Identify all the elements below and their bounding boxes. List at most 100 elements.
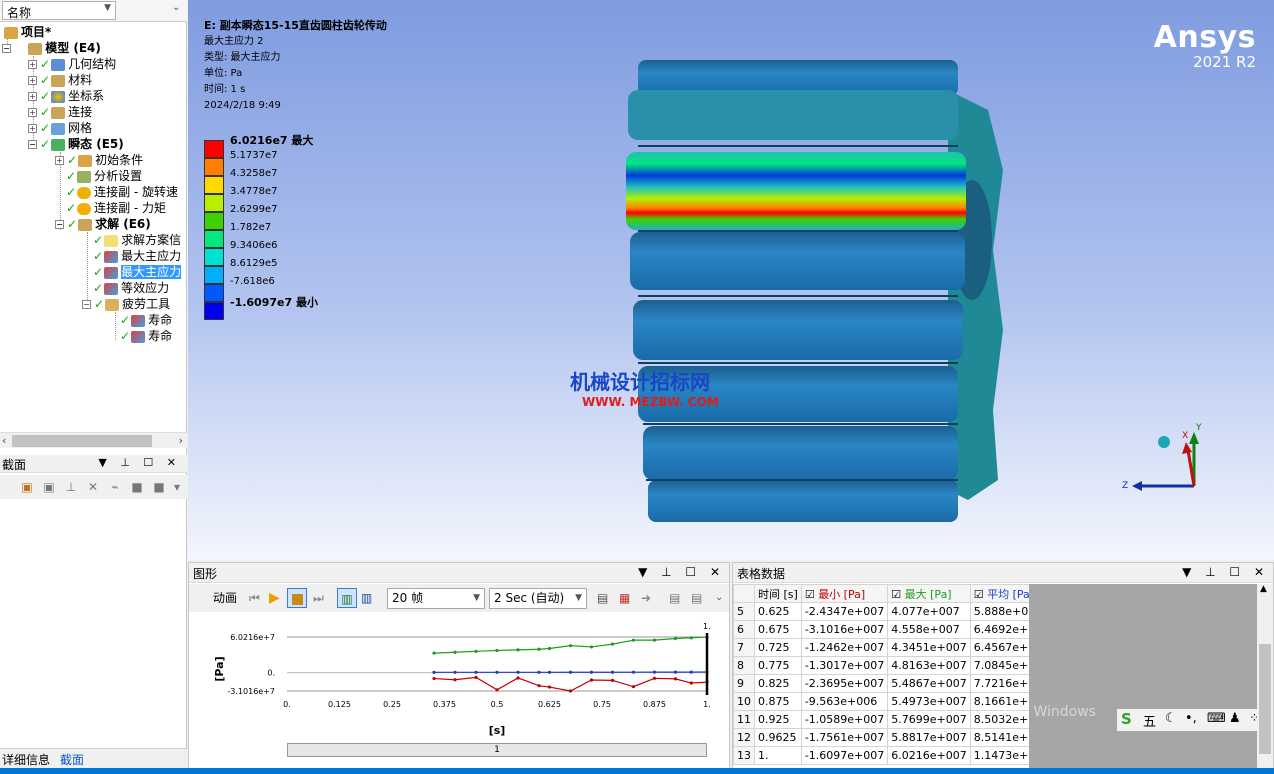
color-map-icon[interactable]: ▦ <box>619 588 630 608</box>
delete-section-icon[interactable]: ✕ <box>86 480 100 494</box>
scroll-thumb[interactable] <box>1259 644 1271 754</box>
tree-item-equivalent-stress[interactable]: ✓ 等效应力 <box>93 280 169 296</box>
flip-section-icon[interactable]: ⊥ <box>64 480 78 494</box>
expand-icon[interactable]: + <box>28 76 37 85</box>
table-row[interactable]: 90.825-2.3695e+0075.4867e+0077.7216e+005 <box>733 674 1029 693</box>
table-icon[interactable]: ▤ <box>669 588 680 608</box>
iso-ball-icon[interactable] <box>1158 436 1170 448</box>
expand-icon[interactable]: + <box>28 108 37 117</box>
ime-mode-label[interactable]: 五 <box>1143 711 1156 730</box>
keyboard-icon[interactable]: ⌨ <box>1207 711 1226 726</box>
table-row[interactable]: 120.9625-1.7561e+0075.8817e+0078.5141e+0… <box>733 728 1029 747</box>
tree-item-max-principal-2[interactable]: ✓ 最大主应力 <box>93 264 182 280</box>
table-header-row: 时间 [s] ☑ 最小 [Pa] ☑ 最大 [Pa] ☑ 平均 [Pa] <box>733 584 1029 603</box>
name-filter-select[interactable]: 名称 ▼ <box>2 1 116 20</box>
frames-value: 20 帧 <box>392 591 424 605</box>
moon-icon[interactable]: ☾ <box>1165 711 1177 726</box>
tree-item-transient[interactable]: − ✓ 瞬态 (E5) <box>28 136 124 152</box>
frames-select[interactable]: 20 帧 ▼ <box>387 588 485 609</box>
stop-button[interactable] <box>287 588 307 608</box>
table-icon[interactable]: ▤ <box>691 588 702 608</box>
table-row[interactable]: 60.675-3.1016e+0074.558e+0076.4692e+005 <box>733 620 1029 639</box>
table-row[interactable]: 100.875-9.563e+0065.4973e+0078.1661e+005 <box>733 692 1029 711</box>
checkbox-icon[interactable]: ☑ <box>974 588 984 601</box>
edit-section-icon[interactable]: ▣ <box>42 480 56 494</box>
duration-select[interactable]: 2 Sec (自动) ▼ <box>489 588 587 609</box>
table-row[interactable]: 80.775-1.3017e+0074.8163e+0077.0845e+005 <box>733 656 1029 675</box>
expand-icon[interactable]: + <box>28 60 37 69</box>
panel-controls[interactable]: ▼ ⊥ ☐ ✕ <box>638 565 725 579</box>
chevron-down-icon[interactable]: ⌄ <box>715 588 723 608</box>
step-back-icon[interactable]: ⏮ <box>249 588 260 608</box>
tree-item-solution-info[interactable]: ✓ 求解方案信 <box>93 232 181 248</box>
collapse-icon[interactable]: ⌄ <box>172 2 180 13</box>
result-frames-icon[interactable]: ▥ <box>361 588 372 608</box>
axis-triad[interactable]: X Y Z <box>1118 420 1208 500</box>
tab-details[interactable]: 详细信息 <box>2 751 50 768</box>
section-option-icon[interactable]: ⌁ <box>108 480 122 494</box>
result-chart[interactable]: 6.0216e+7 0. -3.1016e+7 0. 0.125 0.25 0.375 0.5… <box>189 613 729 739</box>
tree-item-max-principal-1[interactable]: ✓ 最大主应力 <box>93 248 181 264</box>
tree-item-materials[interactable]: + ✓ 材料 <box>28 72 92 88</box>
expand-icon[interactable]: + <box>28 92 37 101</box>
scroll-right-icon[interactable]: › <box>179 434 183 447</box>
collapse-icon[interactable]: − <box>82 300 91 309</box>
user-icon[interactable]: ♟ <box>1229 711 1241 726</box>
table-row[interactable]: 50.625-2.4347e+0074.077e+0075.888e+005 <box>733 602 1029 621</box>
collapse-icon[interactable]: − <box>28 140 37 149</box>
tree-item-analysis-settings[interactable]: ✓ 分析设置 <box>66 168 142 184</box>
graphics-viewport[interactable]: E: 副本瞬态15-15直齿圆柱齿轮传动 最大主应力 2 类型: 最大主应力 单… <box>188 0 1274 560</box>
collapse-icon[interactable]: − <box>2 44 11 53</box>
col-header-max[interactable]: ☑ 最大 [Pa] <box>887 584 971 603</box>
tree-item-life-2[interactable]: ✓ 寿命 <box>120 328 172 344</box>
time-slider[interactable]: 1 <box>287 743 707 757</box>
col-header-min[interactable]: ☑ 最小 [Pa] <box>800 584 889 603</box>
new-section-icon[interactable]: ▣ <box>20 480 34 494</box>
panel-controls[interactable]: ▼ ⊥ ☐ ✕ <box>1182 565 1269 579</box>
tree-item-coordinate-systems[interactable]: + ✓ 坐标系 <box>28 88 104 104</box>
tree-item-life-1[interactable]: ✓ 寿命 <box>120 312 172 328</box>
tree-item-solution[interactable]: − ✓ 求解 (E6) <box>55 216 151 232</box>
scroll-thumb[interactable] <box>12 435 152 447</box>
expand-icon[interactable]: + <box>55 156 64 165</box>
tab-section[interactable]: 截面 <box>60 751 85 769</box>
legend-label: 1.782e7 <box>230 222 272 233</box>
series-point <box>537 670 541 674</box>
tree-item-initial-conditions[interactable]: + ✓ 初始条件 <box>55 152 143 168</box>
section-cube-icon[interactable]: ■ <box>152 480 166 494</box>
col-header-avg[interactable]: ☑ 平均 [Pa] <box>969 584 1029 603</box>
step-forward-icon[interactable]: ⏭ <box>313 588 324 608</box>
chevron-down-icon[interactable]: ▾ <box>170 480 184 494</box>
tree-item-connections[interactable]: + ✓ 连接 <box>28 104 92 120</box>
punctuation-icon[interactable]: •, <box>1185 711 1197 726</box>
tree-item-fatigue-tool[interactable]: − ✓ 疲劳工具 <box>82 296 170 312</box>
col-header-time[interactable]: 时间 [s] <box>754 584 802 603</box>
expand-icon[interactable]: + <box>28 124 37 133</box>
table-scroll-area[interactable]: 时间 [s] ☑ 最小 [Pa] ☑ 最大 [Pa] ☑ 平均 [Pa] 50.… <box>733 584 1029 774</box>
tree-item-mesh[interactable]: + ✓ 网格 <box>28 120 92 136</box>
pan-icon[interactable]: ➜ <box>641 588 651 608</box>
table-row[interactable]: 70.725-1.2462e+0074.3451e+0076.4567e+005 <box>733 638 1029 657</box>
collapse-icon[interactable]: − <box>55 220 64 229</box>
tree-item-joint-torque[interactable]: ✓ 连接副 - 力矩 <box>66 200 166 216</box>
ime-logo-icon[interactable]: S <box>1121 710 1132 728</box>
export-video-icon[interactable]: ▤ <box>597 588 608 608</box>
ime-toolbar[interactable]: S 五 ☾ •, ⌨ ♟ ⁘ <box>1117 709 1273 731</box>
tree-horizontal-scrollbar[interactable]: ‹ › <box>0 432 187 448</box>
tree-item-project[interactable]: 项目* <box>4 24 51 40</box>
table-row[interactable]: 110.925-1.0589e+0075.7699e+0078.5032e+00… <box>733 710 1029 729</box>
table-row[interactable]: 131.-1.6097e+0076.0216e+0071.1473e+006 <box>733 746 1029 765</box>
tree-item-geometry[interactable]: + ✓ 几何结构 <box>28 56 116 72</box>
row-index-cell: 7 <box>733 638 755 657</box>
checkbox-icon[interactable]: ☑ <box>805 588 815 601</box>
play-icon[interactable]: ▶ <box>269 588 280 608</box>
panel-controls[interactable]: ▼ ⊥ ☐ ✕ <box>98 456 181 469</box>
section-cube-icon[interactable]: ■ <box>130 480 144 494</box>
tree-item-model[interactable]: − 模型 (E4) <box>2 40 101 56</box>
scroll-up-icon[interactable]: ▲ <box>1260 584 1267 594</box>
checkbox-icon[interactable]: ☑ <box>891 588 901 601</box>
distributed-frames-icon[interactable]: ▥ <box>337 588 357 608</box>
table-vertical-scrollbar[interactable]: ▲ <box>1257 584 1273 774</box>
tree-item-joint-rotation[interactable]: ✓ 连接副 - 旋转速 <box>66 184 178 200</box>
scroll-left-icon[interactable]: ‹ <box>2 434 6 447</box>
